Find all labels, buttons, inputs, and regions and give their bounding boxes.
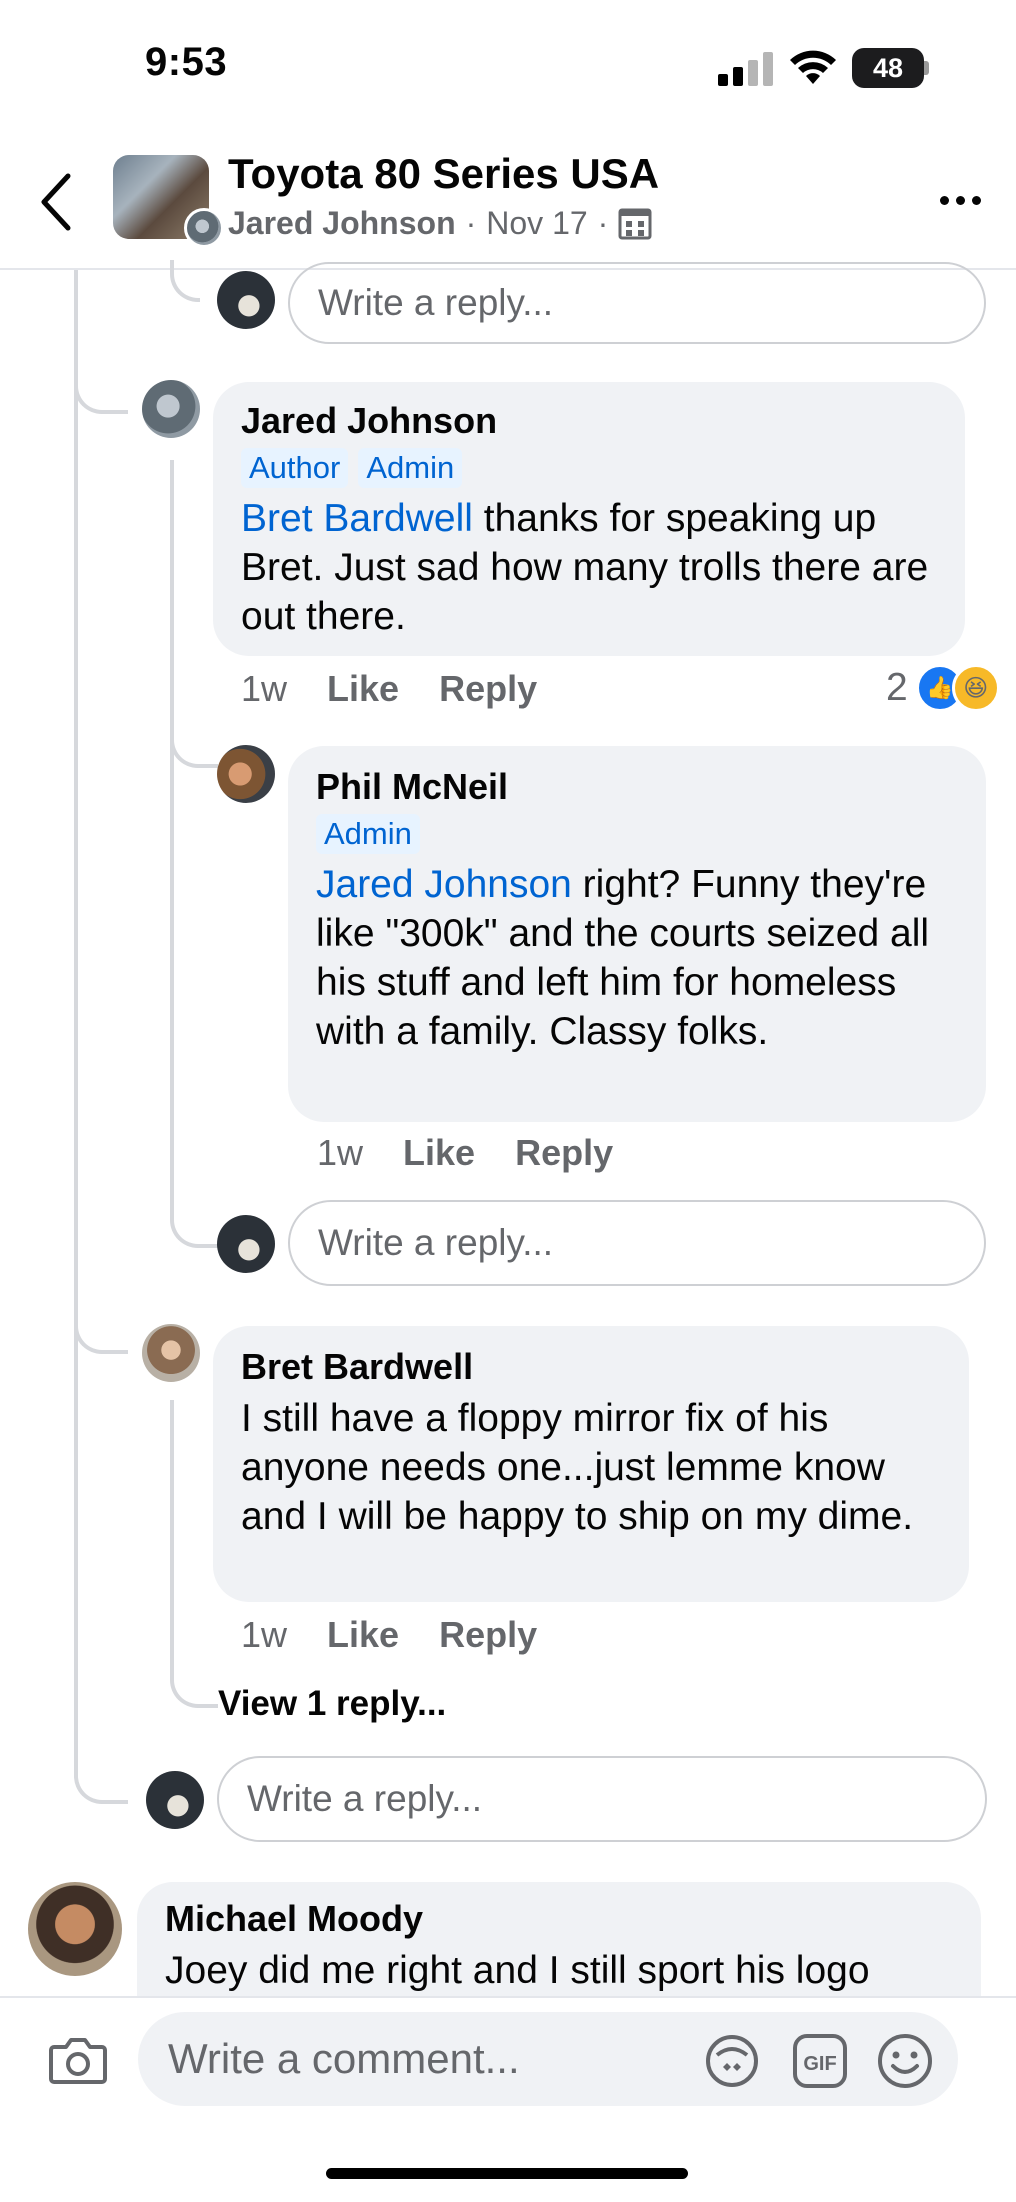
post-author[interactable]: Jared Johnson xyxy=(228,205,456,242)
avatar-sticker-icon[interactable] xyxy=(703,2033,761,2089)
reply-placeholder: Write a reply... xyxy=(318,282,554,323)
current-user-avatar xyxy=(146,1771,204,1829)
like-button[interactable]: Like xyxy=(327,1614,399,1656)
comment-actions: 1w Like Reply xyxy=(241,668,537,710)
emoji-icon[interactable] xyxy=(876,2032,934,2090)
reply-button[interactable]: Reply xyxy=(439,668,537,710)
comment-time[interactable]: 1w xyxy=(317,1132,363,1174)
svg-text:GIF: GIF xyxy=(803,2053,836,2075)
reply-button[interactable]: Reply xyxy=(515,1132,613,1174)
reply-placeholder: Write a reply... xyxy=(318,1222,554,1263)
battery-indicator: 48 xyxy=(852,48,924,88)
reaction-summary[interactable]: 2 👍 😆 xyxy=(886,664,1000,712)
admin-badge: Admin xyxy=(358,448,463,488)
home-indicator xyxy=(326,2168,688,2179)
more-options-icon[interactable] xyxy=(930,180,990,220)
mention-link[interactable]: Jared Johnson xyxy=(316,863,572,906)
commenter-name[interactable]: Michael Moody xyxy=(165,1898,953,1940)
thread-curve xyxy=(170,1660,218,1708)
comment-bubble: Phil McNeil Admin Jared Johnson right? F… xyxy=(288,746,986,1122)
current-user-avatar xyxy=(217,1215,275,1273)
reply-input[interactable]: Write a reply... xyxy=(288,262,986,344)
role-badges: Admin xyxy=(316,814,958,854)
commenter-avatar[interactable] xyxy=(142,1324,200,1382)
reply-input[interactable]: Write a reply... xyxy=(217,1756,987,1842)
reply-button[interactable]: Reply xyxy=(439,1614,537,1656)
commenter-avatar[interactable] xyxy=(142,380,200,438)
meta-separator: · xyxy=(465,205,477,241)
thread-curve xyxy=(170,260,200,302)
thread-curve xyxy=(74,1750,128,1804)
comment-placeholder: Write a comment... xyxy=(168,2035,520,2082)
battery-tip xyxy=(924,61,929,75)
comment-text: I still have a floppy mirror fix of his … xyxy=(241,1397,914,1538)
camera-icon[interactable] xyxy=(48,2035,108,2085)
comment-actions: 1w Like Reply xyxy=(241,1614,537,1656)
author-avatar-small xyxy=(184,208,224,248)
comment-time[interactable]: 1w xyxy=(241,668,287,710)
current-user-avatar xyxy=(217,271,275,329)
commenter-name[interactable]: Jared Johnson xyxy=(241,400,937,442)
thread-line xyxy=(74,270,78,1770)
haha-reaction-icon: 😆 xyxy=(951,664,1000,712)
thread-line xyxy=(170,460,174,1220)
back-arrow-icon[interactable] xyxy=(36,172,76,232)
comment-text: Bret Bardwell thanks for speaking up Bre… xyxy=(241,494,937,641)
comment-actions: 1w Like Reply xyxy=(317,1132,613,1174)
gif-icon[interactable]: GIF xyxy=(792,2033,848,2089)
reaction-count: 2 xyxy=(886,666,908,709)
comment-time[interactable]: 1w xyxy=(241,1614,287,1656)
reply-placeholder: Write a reply... xyxy=(247,1778,483,1819)
status-time: 9:53 xyxy=(145,40,228,84)
comment-bubble: Jared Johnson Author Admin Bret Bardwell… xyxy=(213,382,965,656)
commenter-avatar[interactable] xyxy=(28,1882,122,1976)
comment-text: Jared Johnson right? Funny they're like … xyxy=(316,860,958,1056)
like-button[interactable]: Like xyxy=(327,668,399,710)
cellular-signal-icon xyxy=(718,52,773,86)
commenter-name[interactable]: Phil McNeil xyxy=(316,766,958,808)
group-privacy-icon xyxy=(618,208,652,239)
author-badge: Author xyxy=(241,448,349,488)
reply-input[interactable]: Write a reply... xyxy=(288,1200,986,1286)
post-date[interactable]: Nov 17 xyxy=(486,205,587,242)
comment-bubble: Bret Bardwell I still have a floppy mirr… xyxy=(213,1326,969,1602)
comment-text: Joey did me right and I still sport his … xyxy=(165,1949,870,1992)
admin-badge: Admin xyxy=(316,814,420,854)
wifi-icon xyxy=(790,50,836,84)
post-meta: Jared Johnson · Nov 17 · xyxy=(228,205,652,242)
thread-curve xyxy=(74,360,128,414)
mention-link[interactable]: Bret Bardwell xyxy=(241,497,473,540)
thread-line xyxy=(170,1400,174,1670)
view-replies-link[interactable]: View 1 reply... xyxy=(218,1684,446,1724)
group-name[interactable]: Toyota 80 Series USA xyxy=(228,150,659,198)
thread-curve xyxy=(170,1200,218,1248)
thread-curve xyxy=(74,1300,128,1354)
like-button[interactable]: Like xyxy=(403,1132,475,1174)
thread-curve xyxy=(170,720,218,768)
meta-separator: · xyxy=(597,205,609,241)
commenter-avatar[interactable] xyxy=(217,745,275,803)
role-badges: Author Admin xyxy=(241,448,937,488)
commenter-name[interactable]: Bret Bardwell xyxy=(241,1346,941,1388)
